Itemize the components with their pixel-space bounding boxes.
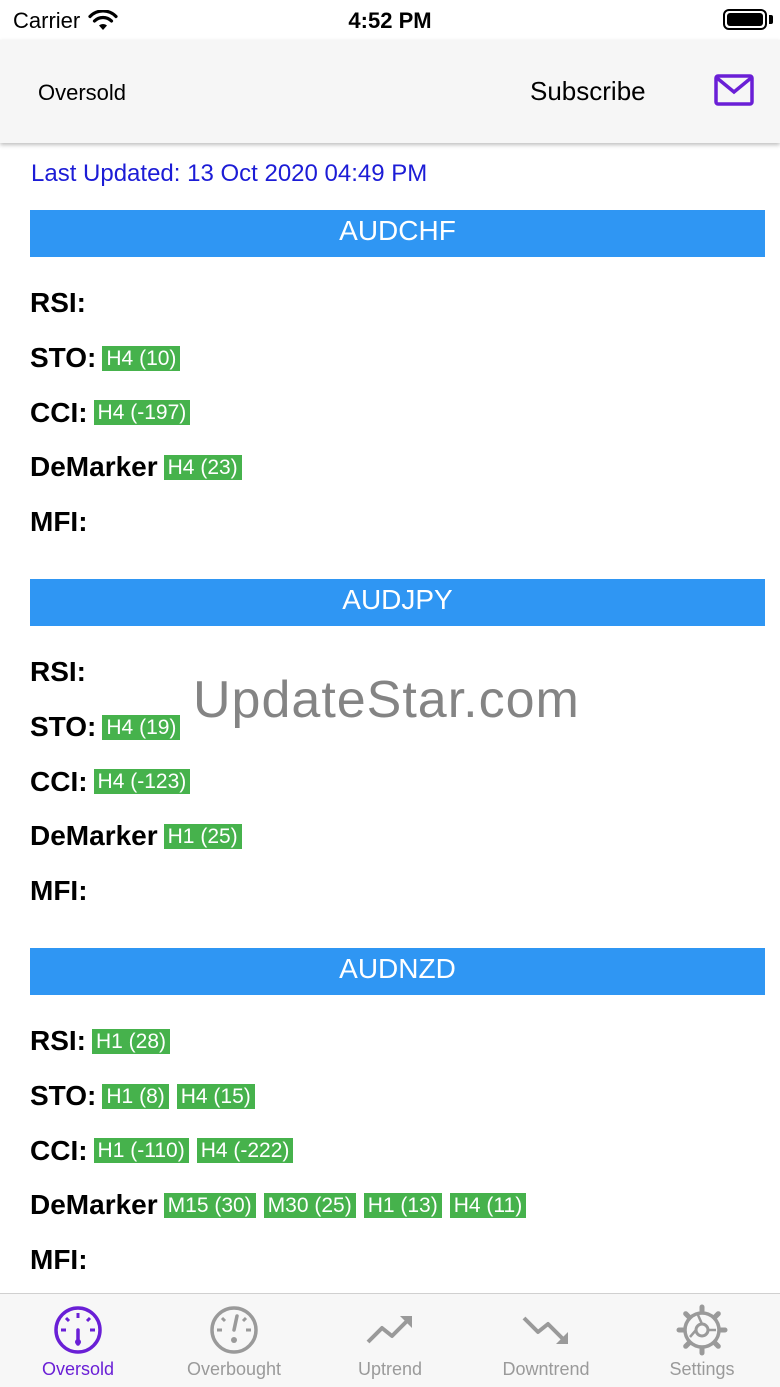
nav-header: Oversold Subscribe bbox=[0, 40, 780, 143]
indicator-row: RSI: bbox=[30, 276, 765, 331]
timeframe-tag: M15 (30) bbox=[163, 1192, 256, 1218]
tab-label: Overbought bbox=[186, 1359, 282, 1379]
indicator-tags: H4 (23) bbox=[163, 454, 250, 480]
indicator-label: RSI: bbox=[30, 287, 86, 319]
timeframe-tag: H4 (-197) bbox=[93, 400, 191, 426]
trend-up-icon bbox=[366, 1316, 412, 1344]
timeframe-tag: H1 (-110) bbox=[93, 1138, 189, 1164]
timeframe-tag: H4 (-222) bbox=[196, 1138, 294, 1164]
timeframe-tag: H4 (10) bbox=[102, 345, 181, 371]
indicator-row: MFI: bbox=[30, 495, 765, 550]
tab-overbought[interactable]: Overbought bbox=[156, 1294, 312, 1387]
tab-label: Uptrend bbox=[357, 1359, 423, 1379]
pair-section: AUDCHF RSI: STO: H4 (10) CCI: H4 (-197) DeMark… bbox=[30, 210, 765, 549]
pair-header: AUDJPY bbox=[30, 579, 765, 626]
battery-cap bbox=[769, 15, 773, 24]
last-updated-text: Last Updated: 13 Oct 2020 04:49 PM bbox=[31, 160, 428, 187]
timeframe-tag: M30 (25) bbox=[263, 1192, 356, 1218]
indicator-label: DeMarker bbox=[30, 451, 158, 483]
timeframe-tag: H4 (19) bbox=[102, 714, 181, 740]
tab-uptrend[interactable]: Uptrend bbox=[312, 1294, 468, 1387]
indicator-row: STO: H1 (8) H4 (15) bbox=[30, 1069, 765, 1124]
tab-settings[interactable]: Settings bbox=[624, 1294, 780, 1387]
page-title: Oversold bbox=[38, 80, 127, 105]
pair-section: AUDNZD RSI: H1 (28) STO: H1 (8) H4 (15) CCI: H1… bbox=[30, 948, 765, 1287]
gauge-low-icon bbox=[54, 1306, 102, 1354]
tab-label: Downtrend bbox=[502, 1359, 590, 1379]
status-time: 4:52 PM bbox=[348, 8, 432, 33]
trend-down-icon bbox=[522, 1316, 568, 1344]
indicator-row: CCI: H4 (-123) bbox=[30, 754, 765, 809]
indicator-label: CCI: bbox=[30, 1134, 88, 1166]
gear-icon bbox=[676, 1304, 728, 1356]
indicator-row: RSI: H1 (28) bbox=[30, 1014, 765, 1069]
gauge-high-icon bbox=[210, 1306, 258, 1354]
indicator-row: MFI: bbox=[30, 864, 765, 919]
indicator-label: DeMarker bbox=[30, 820, 158, 852]
tab-oversold[interactable]: Oversold bbox=[0, 1294, 156, 1387]
indicator-row: CCI: H4 (-197) bbox=[30, 385, 765, 440]
indicator-row: STO: H4 (10) bbox=[30, 331, 765, 386]
timeframe-tag: H4 (11) bbox=[449, 1192, 527, 1218]
indicator-tags: H4 (-197) bbox=[93, 400, 199, 426]
indicator-label: MFI: bbox=[30, 1244, 88, 1276]
mail-icon[interactable] bbox=[714, 74, 754, 106]
tab-label: Oversold bbox=[41, 1359, 115, 1379]
indicator-label: STO: bbox=[30, 711, 97, 743]
indicator-label: MFI: bbox=[30, 875, 88, 907]
pair-section: AUDJPY RSI: STO: H4 (19) CCI: H4 (-123) DeMark… bbox=[30, 579, 765, 918]
battery-icon bbox=[723, 9, 767, 30]
indicator-row: DeMarker H1 (25) bbox=[30, 809, 765, 864]
indicator-tags: M15 (30) M30 (25) H1 (13) H4 (11) bbox=[163, 1192, 535, 1218]
tab-downtrend[interactable]: Downtrend bbox=[468, 1294, 624, 1387]
timeframe-tag: H1 (13) bbox=[363, 1192, 442, 1218]
watermark-text: UpdateStar.com bbox=[193, 671, 580, 729]
indicator-label: STO: bbox=[30, 1080, 97, 1112]
indicator-row: DeMarker H4 (23) bbox=[30, 440, 765, 495]
status-bar: Carrier 4:52 PM bbox=[0, 0, 780, 40]
indicator-label: CCI: bbox=[30, 396, 88, 428]
indicator-tags: H4 (-123) bbox=[93, 769, 199, 795]
indicator-row: CCI: H1 (-110) H4 (-222) bbox=[30, 1123, 765, 1178]
pair-header: AUDNZD bbox=[30, 948, 765, 995]
timeframe-tag: H1 (25) bbox=[163, 823, 242, 849]
indicator-row: MFI: bbox=[30, 1233, 765, 1288]
indicator-tags: H1 (28) bbox=[92, 1028, 178, 1054]
indicator-tags: H1 (-110) H4 (-222) bbox=[93, 1138, 302, 1164]
indicator-label: RSI: bbox=[30, 1025, 86, 1057]
indicator-label: DeMarker bbox=[30, 1189, 158, 1221]
indicator-tags: H1 (25) bbox=[163, 823, 250, 849]
timeframe-tag: H1 (28) bbox=[92, 1028, 171, 1054]
timeframe-tag: H1 (8) bbox=[102, 1083, 169, 1109]
indicator-tags: H4 (10) bbox=[102, 345, 188, 371]
subscribe-button[interactable]: Subscribe bbox=[530, 76, 646, 107]
tab-bar: Oversold Overbought Uptrend Downtrend Se… bbox=[0, 1293, 780, 1387]
indicator-label: STO: bbox=[30, 342, 97, 374]
timeframe-tag: H4 (-123) bbox=[93, 769, 191, 795]
tab-label: Settings bbox=[669, 1359, 735, 1379]
indicator-label: RSI: bbox=[30, 656, 86, 688]
indicator-label: MFI: bbox=[30, 506, 88, 538]
indicator-tags: H1 (8) H4 (15) bbox=[102, 1083, 262, 1109]
timeframe-tag: H4 (15) bbox=[176, 1083, 255, 1109]
timeframe-tag: H4 (23) bbox=[163, 454, 242, 480]
pair-header: AUDCHF bbox=[30, 210, 765, 257]
indicator-tags: H4 (19) bbox=[102, 714, 188, 740]
indicator-row: DeMarker M15 (30) M30 (25) H1 (13) H4 (11) bbox=[30, 1178, 765, 1233]
indicator-label: CCI: bbox=[30, 765, 88, 797]
